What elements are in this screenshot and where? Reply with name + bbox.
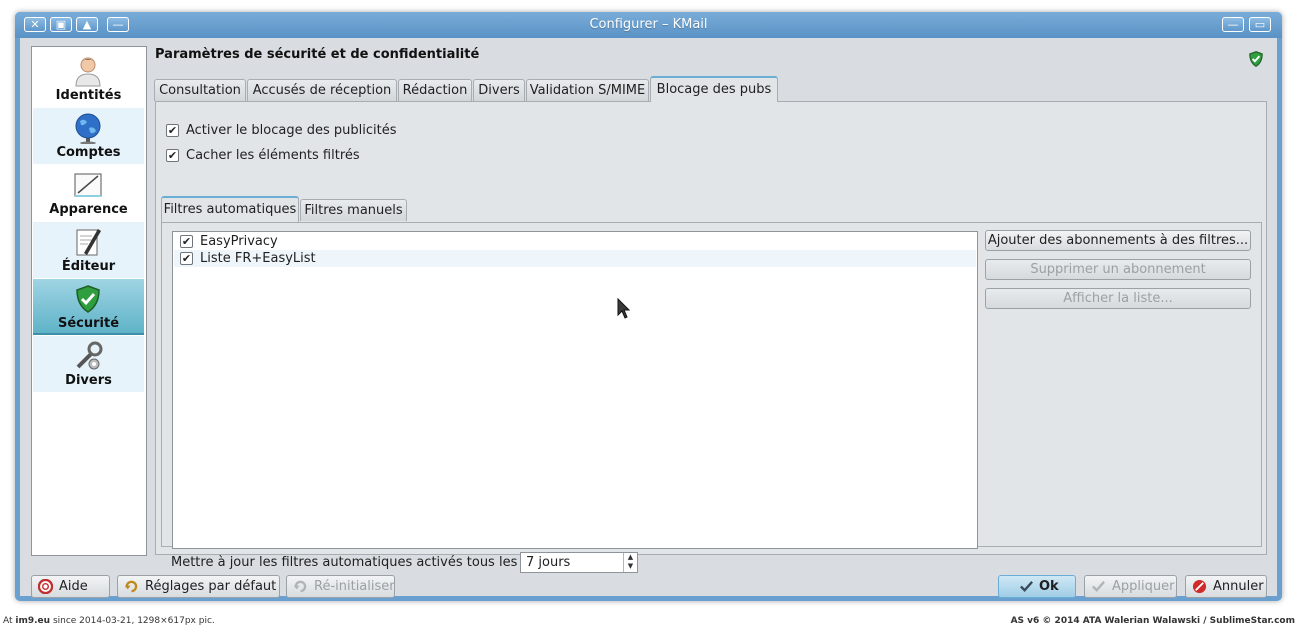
globe-icon (75, 113, 101, 144)
apply-button[interactable]: Appliquer (1084, 575, 1177, 598)
footer-info: since 2014-03-21, 1298×617px pic. (52, 616, 215, 626)
button-label: Annuler (1213, 579, 1264, 594)
minimize-icon[interactable]: — (1222, 17, 1244, 32)
add-subscription-button[interactable]: Ajouter des abonnements à des filtres... (985, 230, 1251, 251)
list-item[interactable]: ✔ Liste FR+EasyList (174, 250, 976, 267)
sidebar-item-accounts[interactable]: Comptes (33, 108, 144, 164)
reset-icon (293, 580, 307, 593)
pen-icon (76, 229, 101, 256)
sidebar-item-label: Comptes (56, 145, 121, 160)
page-title: Paramètres de sécurité et de confidentia… (155, 47, 480, 62)
sidebar-item-security[interactable]: Sécurité (33, 279, 144, 335)
sidebar-item-editor[interactable]: Éditeur (33, 222, 144, 278)
ok-button[interactable]: Ok (998, 575, 1076, 598)
tab-consultation[interactable]: Consultation (154, 79, 246, 101)
tab-smime-validation[interactable]: Validation S/MIME (526, 79, 649, 101)
button-label: Réglages par défaut (145, 579, 277, 594)
checkbox[interactable]: ✔ (180, 235, 193, 248)
config-window: ✕ ▣ ▲ — Configurer – KMail — ▭ Identités (15, 12, 1282, 601)
show-list-button[interactable]: Afficher la liste... (985, 288, 1251, 309)
spinbox-value: 7 jours (526, 555, 571, 570)
help-button[interactable]: Aide (31, 575, 110, 598)
check-icon (1092, 581, 1106, 592)
shield-icon (1249, 51, 1263, 67)
checkbox[interactable]: ✔ (166, 149, 179, 162)
filter-subscription-list[interactable]: ✔ EasyPrivacy ✔ Liste FR+EasyList (172, 231, 978, 549)
update-interval-spinbox[interactable]: 7 jours ▲ ▼ (520, 552, 638, 573)
sidebar-item-label: Sécurité (57, 316, 120, 331)
sidebar-item-identities[interactable]: Identités (33, 51, 144, 107)
footer-right: AS v6 © 2014 ATA Walerian Walawski / Sub… (1011, 616, 1295, 626)
automatic-filters-panel: ✔ EasyPrivacy ✔ Liste FR+EasyList Ajoute… (161, 222, 1262, 573)
button-label: Appliquer (1112, 579, 1175, 594)
undo-icon (124, 580, 138, 593)
tab-composition[interactable]: Rédaction (398, 79, 472, 101)
sidebar-item-appearance[interactable]: Apparence (33, 165, 144, 221)
list-item-label: Liste FR+EasyList (200, 251, 316, 266)
tab-manual-filters[interactable]: Filtres manuels (300, 199, 407, 221)
checkbox-label: Cacher les éléments filtrés (186, 148, 360, 163)
shield-icon (76, 285, 100, 313)
footer-credit: AS v6 © 2014 ATA Walerian Walawski / Sub… (1010, 616, 1295, 626)
cancel-icon (1192, 579, 1207, 594)
person-icon (75, 57, 101, 87)
help-icon (38, 579, 53, 594)
list-item[interactable]: ✔ EasyPrivacy (174, 233, 976, 250)
sidebar-item-label: Apparence (49, 202, 128, 217)
footer-site: im9.eu (15, 616, 51, 626)
tools-icon (76, 341, 103, 370)
mouse-cursor-icon (617, 298, 631, 319)
maximize-icon[interactable]: ▭ (1249, 17, 1271, 32)
button-label: Ré-initialiser (314, 579, 395, 594)
tab-automatic-filters[interactable]: Filtres automatiques (161, 196, 299, 222)
check-icon (1020, 581, 1034, 592)
button-label: Ok (1039, 579, 1059, 594)
tab-adblock[interactable]: Blocage des pubs (650, 76, 778, 102)
spin-arrows-icon[interactable]: ▲ ▼ (623, 553, 637, 572)
checkbox[interactable]: ✔ (180, 252, 193, 265)
adblock-panel: ✔ Activer le blocage des publicités ✔ Ca… (155, 101, 1267, 573)
tab-read-receipts[interactable]: Accusés de réception (247, 79, 397, 101)
update-interval-label: Mettre à jour les filtres automatiques a… (171, 555, 526, 570)
footer-left: At im9.eu since 2014-03-21, 1298×617px p… (3, 616, 215, 626)
defaults-button[interactable]: Réglages par défaut (117, 575, 280, 598)
remove-subscription-button[interactable]: Supprimer un abonnement (985, 259, 1251, 280)
cancel-button[interactable]: Annuler (1185, 575, 1267, 598)
checkbox-label: Activer le blocage des publicités (186, 123, 397, 138)
footer-prefix: At (3, 616, 13, 626)
category-sidebar: Identités Comptes Apparence Éditeur Sécu… (31, 46, 147, 556)
palette-icon (74, 173, 102, 197)
dialog-body: Identités Comptes Apparence Éditeur Sécu… (20, 38, 1277, 598)
titlebar[interactable]: ✕ ▣ ▲ — Configurer – KMail — ▭ (15, 12, 1282, 38)
sidebar-item-label: Identités (55, 88, 122, 103)
sidebar-item-label: Éditeur (61, 259, 116, 274)
list-item-label: EasyPrivacy (200, 234, 278, 249)
checkbox[interactable]: ✔ (166, 124, 179, 137)
button-label: Aide (59, 579, 88, 594)
window-title: Configurer – KMail (589, 17, 708, 32)
sidebar-item-label: Divers (65, 373, 112, 388)
reset-button[interactable]: Ré-initialiser (286, 575, 395, 598)
sidebar-item-misc[interactable]: Divers (33, 336, 144, 392)
tab-misc[interactable]: Divers (473, 79, 525, 101)
